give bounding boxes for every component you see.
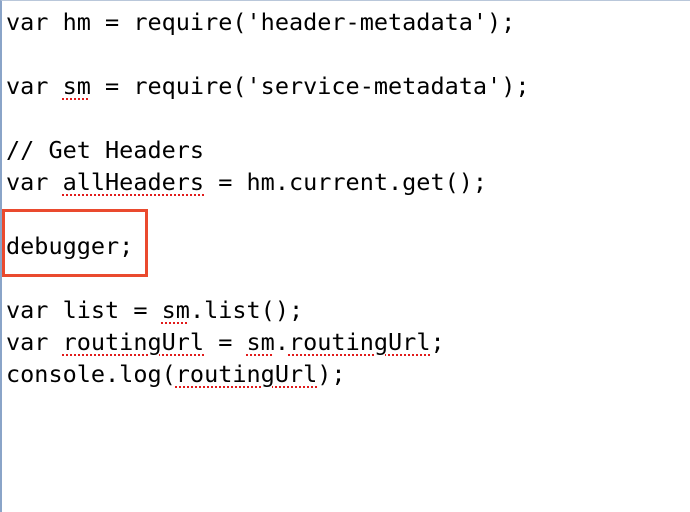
code-token: =	[204, 328, 247, 356]
code-token: console.log(	[6, 360, 176, 388]
code-token: var	[6, 168, 63, 196]
misspelled-token: sm	[161, 296, 190, 324]
code-token: = require('service-metadata');	[90, 72, 530, 100]
code-token: var	[6, 328, 63, 356]
code-line[interactable]: // Get Headers	[6, 134, 530, 166]
misspelled-token: sm	[246, 328, 275, 356]
code-line[interactable]: console.log(routingUrl);	[6, 358, 530, 390]
misspelled-token: routingUrl	[62, 328, 205, 356]
code-token: var	[6, 72, 63, 100]
code-token: // Get Headers	[6, 136, 205, 164]
code-token: var list =	[6, 296, 162, 324]
code-token: ;	[430, 328, 445, 356]
code-token: .list();	[189, 296, 304, 324]
misspelled-token: allHeaders	[62, 168, 205, 196]
misspelled-token: sm	[62, 72, 91, 100]
code-line[interactable]: var routingUrl = sm.routingUrl;	[6, 326, 530, 358]
code-line[interactable]	[6, 38, 530, 70]
code-token: );	[317, 360, 346, 388]
code-line[interactable]: var list = sm.list();	[6, 294, 530, 326]
debugger-highlight-box	[2, 209, 148, 277]
code-editor[interactable]: var hm = require('header-metadata'); var…	[0, 0, 690, 512]
code-line[interactable]: var hm = require('header-metadata');	[6, 6, 530, 38]
misspelled-token: routingUrl	[175, 360, 318, 388]
code-token: var hm = require('header-metadata');	[6, 8, 516, 36]
misspelled-token: routingUrl	[288, 328, 431, 356]
code-token: .	[274, 328, 289, 356]
code-token: = hm.current.get();	[204, 168, 488, 196]
code-line[interactable]: var allHeaders = hm.current.get();	[6, 166, 530, 198]
code-lines[interactable]: var hm = require('header-metadata'); var…	[6, 6, 530, 390]
code-line[interactable]	[6, 102, 530, 134]
code-line[interactable]: var sm = require('service-metadata');	[6, 70, 530, 102]
